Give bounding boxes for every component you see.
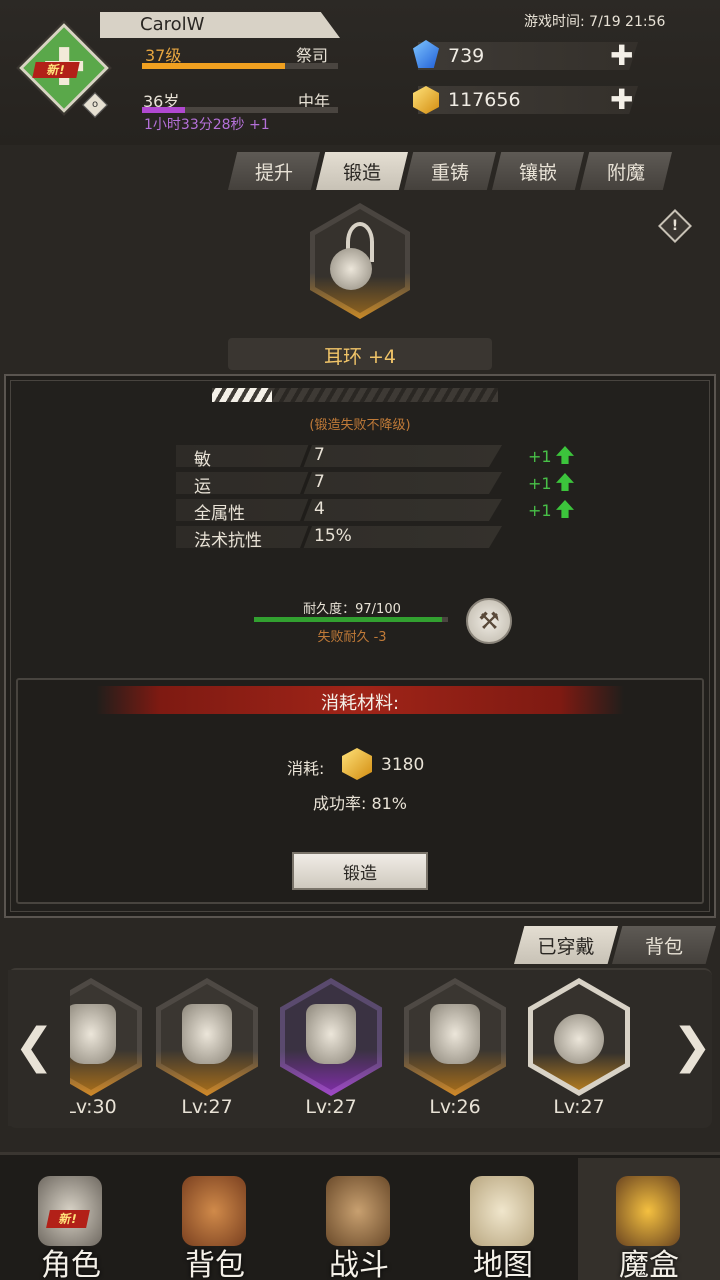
new-badge: 新! [32,62,80,78]
stat-value: 7 [314,472,325,492]
level-progress-fill [142,63,286,69]
nav-map-label: 地图 [473,1248,533,1280]
nav-battle-label: 战斗 [329,1248,389,1280]
player-name: CarolW [140,14,205,35]
durability-fail-cost: 失败耐久 -3 [317,630,387,645]
repair-hammer-button[interactable]: ⚒ [466,598,512,644]
stat-name: 运 [194,477,211,497]
tab-inlay[interactable]: 镶嵌 [492,152,584,190]
add-gold-button[interactable]: ✚ [610,86,633,114]
cost-value: 3180 [381,755,425,775]
tab-bag[interactable]: 背包 [612,926,716,964]
amulet-icon [306,1004,356,1064]
carousel-prev-button[interactable]: ❮ [14,1018,54,1074]
durability-label: 耐久度：97/100 [303,602,401,617]
tab-enchant[interactable]: 附魔 [580,152,672,190]
scroll-map-icon [470,1176,534,1246]
nav-backpack-label: 背包 [185,1248,245,1280]
stat-bonus: +1 [528,447,552,466]
tab-forge[interactable]: 锻造 [316,152,408,190]
durability-fill [254,617,443,622]
slot-level: Lv:27 [305,1096,357,1118]
item-name: 耳环 +4 [323,346,397,368]
game-time: 游戏时间: 7/19 21:56 [524,14,666,30]
stat-value: 4 [314,499,325,519]
stat-row [176,472,502,494]
nav-character-label: 角色 [41,1248,101,1280]
forge-note: (锻造失败不降级) [309,418,411,433]
backpack-icon [182,1176,246,1246]
tab-reforge[interactable]: 重铸 [404,152,496,190]
magic-box-icon [616,1176,680,1246]
stat-name: 敏 [194,450,211,470]
hood-icon [66,1004,116,1064]
stat-bonus: +1 [528,501,552,520]
gold-count: 117656 [448,89,521,111]
stat-bonus: +1 [528,474,552,493]
earring-icon [554,1014,604,1064]
add-gems-button[interactable]: ✚ [610,42,633,70]
info-icon[interactable]: ! [658,209,692,243]
cost-label: 消耗: [287,759,325,778]
carousel-next-button[interactable]: ❯ [672,1018,712,1074]
slot-level: Lv:27 [181,1096,233,1118]
forge-progress-fill [212,388,273,402]
tab-equipped[interactable]: 已穿戴 [514,926,618,964]
age-progress-fill [142,107,186,113]
tab-upgrade[interactable]: 提升 [228,152,320,190]
stat-name: 法术抗性 [194,531,262,551]
stat-name: 全属性 [194,504,245,524]
materials-title: 消耗材料: [320,693,400,714]
success-rate: 成功率: 81% [312,794,408,813]
stat-row [176,445,502,467]
hammer-icon: ⚒ [478,607,500,635]
upgrade-tabs: 提升 锻造 重铸 镶嵌 附魔 [228,152,694,190]
robe-icon [182,1004,232,1064]
boots-icon [430,1004,480,1064]
slot-level: Lv:26 [429,1096,481,1118]
sword-shield-icon [326,1176,390,1246]
age-timer: 1小时33分28秒 +1 [144,117,270,133]
name-plate [100,12,340,38]
earring-gem [330,248,372,290]
forge-button[interactable]: 锻造 [292,852,428,890]
new-badge: 新! [46,1210,90,1228]
stat-value: 7 [314,445,325,465]
nav-magic-box-label: 魔盒 [619,1248,679,1280]
slot-level: Lv:27 [553,1096,605,1118]
stat-value: 15% [314,526,352,546]
gem-count: 739 [448,45,485,67]
